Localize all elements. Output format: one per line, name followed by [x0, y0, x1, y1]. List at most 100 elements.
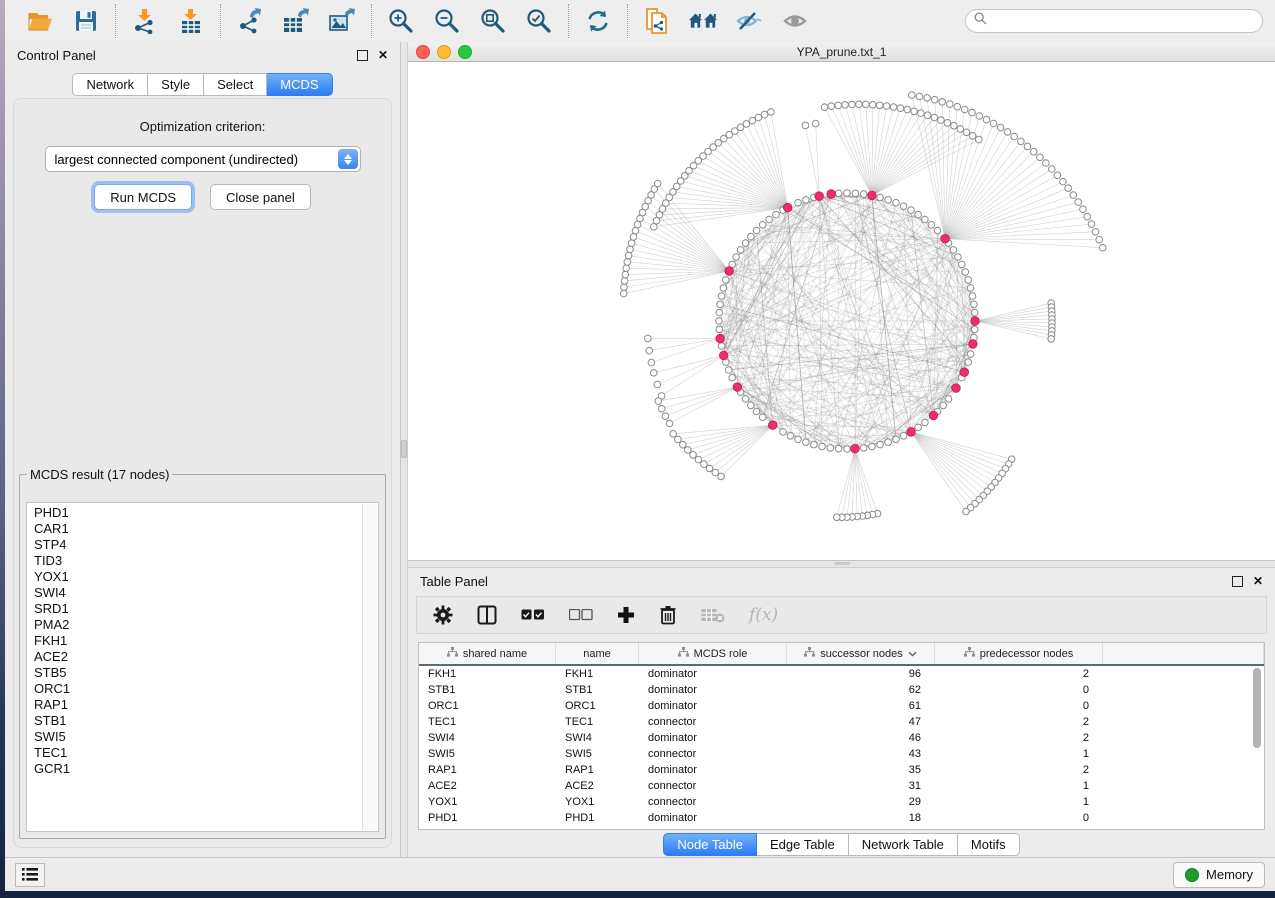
- table-row[interactable]: ACE2ACE2connector311: [419, 778, 1264, 794]
- deselect-all-checks-icon[interactable]: [569, 609, 593, 621]
- import-network-icon[interactable]: [130, 6, 160, 36]
- float-panel-icon[interactable]: [1232, 576, 1243, 587]
- mcds-result-item[interactable]: STB1: [34, 713, 362, 729]
- mcds-result-item[interactable]: CAR1: [34, 521, 362, 537]
- table-cell: 1: [935, 746, 1103, 762]
- clone-network-icon[interactable]: [642, 6, 672, 36]
- mcds-result-item[interactable]: YOX1: [34, 569, 362, 585]
- mcds-list-scrollbar[interactable]: [362, 504, 377, 830]
- control-panel-title: Control Panel: [17, 48, 96, 63]
- close-panel-button[interactable]: Close panel: [210, 184, 311, 210]
- table-cell: ACE2: [419, 778, 556, 794]
- mcds-result-item[interactable]: STP4: [34, 537, 362, 553]
- add-column-icon[interactable]: [617, 606, 635, 624]
- network-graph[interactable]: [408, 62, 1275, 560]
- table-row[interactable]: PHD1PHD1dominator180: [419, 810, 1264, 826]
- mcds-result-item[interactable]: RAP1: [34, 697, 362, 713]
- save-icon[interactable]: [71, 6, 101, 36]
- column-header-predecessor-nodes[interactable]: predecessor nodes: [935, 643, 1103, 664]
- mcds-result-item[interactable]: PMA2: [34, 617, 362, 633]
- column-header-shared-name[interactable]: shared name: [419, 643, 556, 664]
- run-mcds-button[interactable]: Run MCDS: [94, 184, 192, 210]
- table-cell: ORC1: [556, 698, 639, 714]
- memory-button[interactable]: Memory: [1173, 862, 1265, 888]
- table-row[interactable]: YOX1YOX1connector291: [419, 794, 1264, 810]
- table-scrollbar[interactable]: [1252, 666, 1262, 826]
- task-history-button[interactable]: [15, 863, 45, 887]
- table-cell: 29: [787, 794, 935, 810]
- table-cell: FKH1: [419, 666, 556, 682]
- select-all-checks-icon[interactable]: [521, 609, 545, 621]
- table-row[interactable]: SWI4SWI4dominator462: [419, 730, 1264, 746]
- close-panel-icon[interactable]: ✕: [378, 49, 388, 61]
- delete-column-icon[interactable]: [659, 605, 677, 625]
- network-window-titlebar[interactable]: YPA_prune.txt_1: [408, 42, 1275, 62]
- table-row[interactable]: RAP1RAP1dominator352: [419, 762, 1264, 778]
- tab-style[interactable]: Style: [148, 73, 204, 96]
- tab-select[interactable]: Select: [204, 73, 267, 96]
- settings-gear-icon[interactable]: [433, 605, 453, 625]
- mcds-result-item[interactable]: SWI4: [34, 585, 362, 601]
- table-scrollbar-thumb[interactable]: [1253, 668, 1261, 748]
- mcds-result-item[interactable]: SRD1: [34, 601, 362, 617]
- table-row[interactable]: SWI5SWI5connector431: [419, 746, 1264, 762]
- horizontal-splitter[interactable]: [408, 560, 1275, 568]
- table-cell: dominator: [639, 698, 787, 714]
- zoom-out-icon[interactable]: [432, 6, 462, 36]
- tab-motifs[interactable]: Motifs: [958, 833, 1020, 856]
- table-row[interactable]: STB1STB1dominator620: [419, 682, 1264, 698]
- float-panel-icon[interactable]: [357, 50, 368, 61]
- splitter-handle[interactable]: [401, 440, 407, 458]
- table-cell: 2: [935, 730, 1103, 746]
- control-panel-tabs: NetworkStyleSelectMCDS: [72, 73, 332, 96]
- table-row[interactable]: ORC1ORC1dominator610: [419, 698, 1264, 714]
- search-input[interactable]: [993, 13, 1254, 29]
- mcds-result-item[interactable]: TID3: [34, 553, 362, 569]
- main-toolbar: [5, 0, 1275, 43]
- mcds-result-item[interactable]: FKH1: [34, 633, 362, 649]
- sitemap-icon: [964, 647, 975, 660]
- export-network-icon[interactable]: [235, 6, 265, 36]
- network-canvas[interactable]: [408, 62, 1275, 560]
- refresh-icon[interactable]: [583, 6, 613, 36]
- mcds-result-item[interactable]: PHD1: [34, 505, 362, 521]
- table-cell: RAP1: [419, 762, 556, 778]
- mcds-result-item[interactable]: ACE2: [34, 649, 362, 665]
- import-table-icon[interactable]: [176, 6, 206, 36]
- tab-edge-table[interactable]: Edge Table: [757, 833, 849, 856]
- hide-selected-icon[interactable]: [734, 6, 764, 36]
- vertical-splitter[interactable]: [400, 42, 408, 858]
- tab-node-table[interactable]: Node Table: [663, 833, 757, 856]
- tab-network[interactable]: Network: [72, 73, 148, 96]
- mcds-result-item[interactable]: TEC1: [34, 745, 362, 761]
- close-panel-icon[interactable]: ✕: [1253, 575, 1263, 587]
- export-image-icon[interactable]: [327, 6, 357, 36]
- mcds-result-item[interactable]: SWI5: [34, 729, 362, 745]
- first-neighbors-icon[interactable]: [688, 6, 718, 36]
- zoom-in-icon[interactable]: [386, 6, 416, 36]
- table-cell: 0: [935, 810, 1103, 826]
- zoom-fit-icon[interactable]: [478, 6, 508, 36]
- zoom-selected-icon[interactable]: [524, 6, 554, 36]
- mcds-result-item[interactable]: ORC1: [34, 681, 362, 697]
- mcds-result-title: MCDS result (17 nodes): [27, 467, 172, 482]
- split-columns-icon[interactable]: [477, 605, 497, 625]
- mcds-result-item[interactable]: STB5: [34, 665, 362, 681]
- splitter-handle[interactable]: [834, 562, 850, 565]
- column-header-successor-nodes[interactable]: successor nodes: [787, 643, 935, 664]
- show-all-icon[interactable]: [780, 6, 810, 36]
- export-table-icon[interactable]: [281, 6, 311, 36]
- sort-desc-icon: [908, 648, 917, 660]
- criterion-select[interactable]: largest connected component (undirected): [45, 146, 361, 172]
- tab-network-table[interactable]: Network Table: [849, 833, 958, 856]
- column-header-name[interactable]: name: [556, 643, 639, 664]
- open-file-icon[interactable]: [25, 6, 55, 36]
- table-cell: YOX1: [556, 794, 639, 810]
- table-row[interactable]: FKH1FKH1dominator962: [419, 666, 1264, 682]
- tab-mcds[interactable]: MCDS: [267, 73, 332, 96]
- table-cell: PHD1: [556, 810, 639, 826]
- column-header-MCDS-role[interactable]: MCDS role: [639, 643, 787, 664]
- toolbar-separator: [568, 4, 569, 38]
- table-row[interactable]: TEC1TEC1connector472: [419, 714, 1264, 730]
- mcds-result-item[interactable]: GCR1: [34, 761, 362, 777]
